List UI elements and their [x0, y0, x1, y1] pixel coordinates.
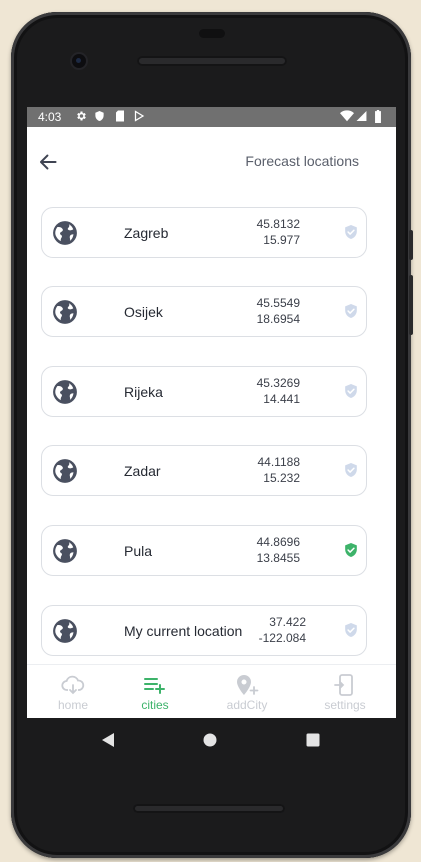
latitude-value: 44.8696	[256, 535, 300, 549]
cloud-icon	[61, 675, 85, 695]
location-coordinates: 37.422 -122.084	[259, 614, 306, 646]
nav-add-city-label: addCity	[226, 698, 268, 712]
location-name: Osijek	[124, 304, 163, 320]
system-navigation-bar	[0, 718, 421, 762]
app-bar: Forecast locations	[27, 127, 396, 195]
location-coordinates: 44.8696 13.8455	[257, 534, 300, 566]
location-name: Zagreb	[124, 225, 169, 241]
location-coordinates: 45.5549 18.6954	[257, 295, 300, 327]
wifi-icon	[340, 110, 354, 122]
location-card-zagreb[interactable]: Zagreb 45.8132 15.977	[41, 207, 367, 258]
playlist-add-icon	[144, 678, 165, 694]
shield-check-icon[interactable]	[344, 462, 358, 478]
location-name: Zadar	[124, 463, 161, 479]
nav-add-city[interactable]: addCity	[201, 665, 293, 718]
latitude-value: 45.8132	[256, 217, 300, 231]
front-camera	[72, 54, 86, 68]
phone-settings-icon	[334, 674, 353, 696]
back-arrow-icon[interactable]	[35, 149, 61, 175]
globe-icon	[53, 380, 77, 404]
location-coordinates: 45.3269 14.441	[257, 375, 300, 407]
globe-icon	[53, 459, 77, 483]
earpiece-sensor	[199, 29, 225, 38]
globe-icon	[53, 619, 77, 643]
locations-list[interactable]: Zagreb 45.8132 15.977 Osijek 45.5549 18.…	[27, 195, 396, 662]
latitude-value: 37.422	[269, 615, 306, 629]
system-back-icon[interactable]	[100, 732, 116, 748]
globe-icon	[53, 300, 77, 324]
latitude-value: 45.3269	[256, 376, 300, 390]
nav-cities-label: cities	[141, 698, 169, 712]
location-card-current[interactable]: My current location 37.422 -122.084	[41, 605, 367, 656]
location-coordinates: 44.1188 15.232	[258, 454, 301, 486]
shield-status-icon	[95, 110, 104, 122]
latitude-value: 45.5549	[256, 296, 300, 310]
app-screen: 4:03 Forecast locations Zagreb 45.8132 1…	[27, 107, 396, 718]
top-speaker	[137, 56, 287, 66]
location-card-zadar[interactable]: Zadar 44.1188 15.232	[41, 445, 367, 496]
nav-home[interactable]: home	[27, 665, 119, 718]
shield-check-icon[interactable]	[344, 383, 358, 399]
add-location-icon	[237, 675, 259, 695]
status-bar: 4:03	[27, 107, 396, 127]
latitude-value: 44.1188	[257, 455, 301, 469]
globe-icon	[53, 221, 77, 245]
play-store-icon	[134, 110, 145, 122]
volume-up-button	[409, 230, 413, 260]
battery-icon	[375, 110, 381, 123]
longitude-value: 15.977	[263, 233, 300, 247]
status-time: 4:03	[38, 110, 62, 124]
gear-icon	[77, 111, 86, 121]
longitude-value: 15.232	[263, 471, 300, 485]
bottom-speaker	[133, 804, 285, 813]
nav-home-label: home	[57, 698, 89, 712]
longitude-value: 18.6954	[256, 312, 300, 326]
system-home-icon[interactable]	[203, 733, 217, 747]
nav-cities[interactable]: cities	[109, 665, 201, 718]
longitude-value: 13.8455	[256, 551, 300, 565]
globe-icon	[53, 539, 77, 563]
shield-check-icon[interactable]	[344, 224, 358, 240]
system-recents-icon[interactable]	[306, 733, 320, 747]
sd-card-icon	[116, 110, 124, 122]
shield-check-icon[interactable]	[344, 622, 358, 638]
location-name: Pula	[124, 543, 153, 559]
shield-check-icon[interactable]	[344, 303, 358, 319]
location-name: Rijeka	[124, 384, 163, 400]
nav-settings[interactable]: settings	[299, 665, 391, 718]
signal-icon	[356, 111, 367, 121]
bottom-navigation: home cities addCity settings	[27, 664, 396, 718]
longitude-value: 14.441	[263, 392, 300, 406]
location-card-rijeka[interactable]: Rijeka 45.3269 14.441	[41, 366, 367, 417]
longitude-value: -122.084	[258, 631, 306, 645]
volume-down-button	[409, 275, 413, 335]
shield-check-selected-icon[interactable]	[344, 542, 358, 558]
location-name: My current location	[124, 623, 243, 639]
location-card-osijek[interactable]: Osijek 45.5549 18.6954	[41, 286, 367, 337]
location-card-pula[interactable]: Pula 44.8696 13.8455	[41, 525, 367, 576]
location-coordinates: 45.8132 15.977	[257, 216, 300, 248]
nav-settings-label: settings	[324, 698, 366, 712]
page-title: Forecast locations	[245, 153, 359, 169]
